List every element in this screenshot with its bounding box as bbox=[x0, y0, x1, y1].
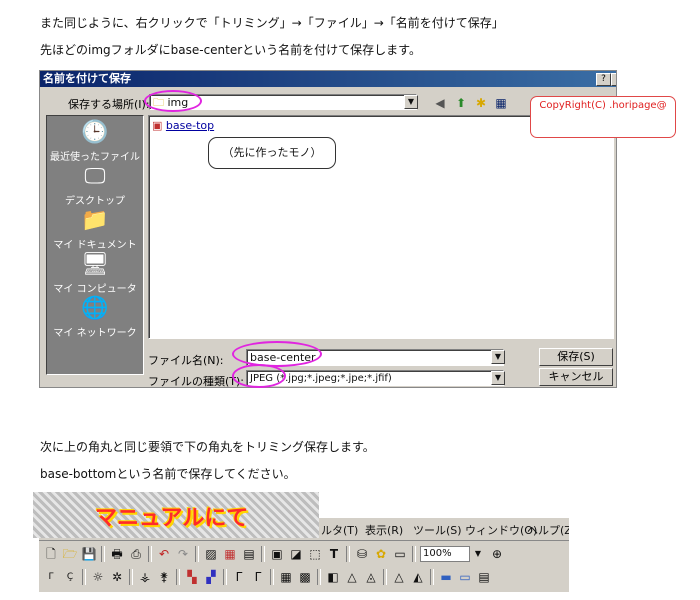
new-folder-icon[interactable]: ✱ bbox=[473, 95, 489, 111]
recent-files-icon: 🕒 bbox=[81, 120, 109, 145]
callout-note: （先に作ったモノ） bbox=[208, 137, 336, 169]
place-recent[interactable]: 🕒 最近使ったファイル bbox=[47, 120, 143, 163]
print-icon[interactable]: 🖶 bbox=[109, 546, 125, 562]
instruction-line-1: また同じように、右クリックで「トリミング」→「ファイル」→「名前を付けて保存」 bbox=[40, 16, 504, 30]
my-computer-icon: 🖥 bbox=[81, 252, 109, 277]
sharpen-plus-icon[interactable]: ◭ bbox=[410, 569, 426, 585]
palette-icon[interactable]: ▦ bbox=[222, 546, 238, 562]
toolbar-row-1: 🗋 🗁 💾 🖶 ⎙ ↶ ↷ ▨ ▦ ▤ ▣ ◪ ⬚ T ⛁ ✿ ▭ 100% ▼ ⊕ bbox=[43, 544, 508, 564]
auto-adjust-icon[interactable]: Γ bbox=[43, 569, 59, 585]
toolbar-row-2: Γ Ç ☼ ✲ ⚶ ⚵ ▚ ▞ Γ Γ ▦ ▩ ◧ △ ◬ △ ◭ ▬ ▭ ▤ bbox=[43, 567, 495, 587]
copyright-note: CopyRight(C) .horipage@ bbox=[530, 96, 676, 138]
monitor-icon[interactable]: ▬ bbox=[438, 569, 454, 585]
separator bbox=[223, 569, 227, 585]
filter-icon[interactable]: ▤ bbox=[476, 569, 492, 585]
redo-icon[interactable]: ↷ bbox=[175, 546, 191, 562]
close-button[interactable]: × bbox=[611, 73, 616, 86]
dialog-title: 名前を付けて保存 bbox=[40, 71, 616, 87]
places-bar: 🕒 最近使ったファイル 🖵 デスクトップ 📁 マイ ドキュメント 🖥 マイ コン… bbox=[46, 115, 144, 375]
separator bbox=[270, 569, 274, 585]
image-edit-icon[interactable]: ◪ bbox=[288, 546, 304, 562]
browser-icon[interactable]: ⛁ bbox=[354, 546, 370, 562]
chevron-down-icon[interactable]: ▼ bbox=[470, 546, 486, 562]
my-documents-icon: 📁 bbox=[81, 208, 109, 233]
save-in-label: 保存する場所(I): bbox=[68, 98, 150, 111]
instruction-line-3: 次に上の角丸と同じ要領で下の角丸をトリミング保存します。 bbox=[40, 440, 375, 454]
levels-plus-icon[interactable]: ⚵ bbox=[156, 569, 172, 585]
cancel-button[interactable]: キャンセル bbox=[539, 368, 613, 386]
back-icon[interactable]: ◀ bbox=[432, 95, 448, 111]
scanner-icon[interactable]: ⎙ bbox=[128, 546, 144, 562]
levels-icon[interactable]: ⚶ bbox=[137, 569, 153, 585]
chevron-down-icon[interactable]: ▼ bbox=[491, 371, 505, 385]
separator bbox=[346, 546, 350, 562]
mosaic-icon[interactable]: ▦ bbox=[278, 569, 294, 585]
annotation-oval-folder bbox=[144, 90, 202, 112]
menu-item-help[interactable]: ヘルプ(Z) bbox=[527, 522, 569, 538]
separator bbox=[148, 546, 152, 562]
separator bbox=[176, 569, 180, 585]
brightness-icon[interactable]: ☼ bbox=[90, 569, 106, 585]
drop-plus-icon[interactable]: ◬ bbox=[363, 569, 379, 585]
curve-plus-icon[interactable]: Γ bbox=[250, 569, 266, 585]
desktop-icon: 🖵 bbox=[84, 164, 106, 189]
menu-item-view[interactable]: 表示(R) bbox=[365, 522, 403, 538]
manual-banner: マニュアルにて bbox=[33, 492, 319, 538]
separator bbox=[129, 569, 133, 585]
banner-text: マニュアルにて bbox=[95, 506, 249, 531]
text-icon[interactable]: T bbox=[326, 546, 342, 562]
image-icon[interactable]: ▣ bbox=[269, 546, 285, 562]
place-my-documents[interactable]: 📁 マイ ドキュメント bbox=[47, 208, 143, 251]
color-balance-icon[interactable]: ▚ bbox=[184, 569, 200, 585]
filename-label: ファイル名(N): bbox=[148, 354, 224, 367]
window-icon[interactable]: ▭ bbox=[392, 546, 408, 562]
auto-color-icon[interactable]: Ç bbox=[62, 569, 78, 585]
separator bbox=[261, 546, 265, 562]
menu-item-tools[interactable]: ツール(S) bbox=[413, 522, 462, 538]
effects-icon[interactable]: ✿ bbox=[373, 546, 389, 562]
annotation-oval-filename bbox=[232, 341, 322, 367]
color-balance-plus-icon[interactable]: ▞ bbox=[203, 569, 219, 585]
layer-icon[interactable]: ▨ bbox=[203, 546, 219, 562]
new-file-icon[interactable]: 🗋 bbox=[43, 546, 59, 562]
file-item[interactable]: ▣ base-top bbox=[152, 119, 214, 132]
filetype-label: ファイルの種類(T): bbox=[148, 375, 245, 388]
place-my-computer[interactable]: 🖥 マイ コンピュータ bbox=[47, 252, 143, 295]
view-menu-icon[interactable]: ▦ bbox=[493, 95, 509, 111]
crop-icon[interactable]: ⬚ bbox=[307, 546, 323, 562]
undo-icon[interactable]: ↶ bbox=[156, 546, 172, 562]
zoom-in-icon[interactable]: ⊕ bbox=[489, 546, 505, 562]
image-file-icon: ▣ bbox=[152, 119, 163, 132]
separator bbox=[412, 546, 416, 562]
save-button[interactable]: 保存(S) bbox=[539, 348, 613, 366]
separator bbox=[317, 569, 321, 585]
up-folder-icon[interactable]: ⬆ bbox=[453, 95, 469, 111]
help-button[interactable]: ? bbox=[596, 73, 611, 86]
chevron-down-icon[interactable]: ▼ bbox=[404, 95, 418, 109]
frame-icon[interactable]: ◧ bbox=[325, 569, 341, 585]
separator bbox=[383, 569, 387, 585]
place-my-network[interactable]: 🌐 マイ ネットワーク bbox=[47, 296, 143, 339]
save-icon[interactable]: 💾 bbox=[81, 546, 97, 562]
mosaic-plus-icon[interactable]: ▩ bbox=[297, 569, 313, 585]
sharpen-icon[interactable]: △ bbox=[391, 569, 407, 585]
instruction-line-2: 先ほどのimgフォルダにbase-centerという名前を付けて保存します。 bbox=[40, 43, 421, 57]
separator bbox=[82, 569, 86, 585]
display-icon[interactable]: ▭ bbox=[457, 569, 473, 585]
brightness-plus-icon[interactable]: ✲ bbox=[109, 569, 125, 585]
place-desktop[interactable]: 🖵 デスクトップ bbox=[47, 164, 143, 207]
curve-icon[interactable]: Γ bbox=[231, 569, 247, 585]
annotation-oval-filetype bbox=[232, 364, 286, 388]
my-network-icon: 🌐 bbox=[81, 296, 109, 321]
chevron-down-icon[interactable]: ▼ bbox=[491, 350, 505, 364]
menu-item-filter[interactable]: ルタ(T) bbox=[321, 522, 358, 538]
separator bbox=[430, 569, 434, 585]
instruction-line-4: base-bottomという名前で保存してください。 bbox=[40, 467, 296, 481]
zoom-select[interactable]: 100% bbox=[420, 546, 470, 562]
grid-icon[interactable]: ▤ bbox=[241, 546, 257, 562]
drop-icon[interactable]: △ bbox=[344, 569, 360, 585]
open-icon[interactable]: 🗁 bbox=[62, 546, 78, 562]
separator bbox=[195, 546, 199, 562]
separator bbox=[101, 546, 105, 562]
